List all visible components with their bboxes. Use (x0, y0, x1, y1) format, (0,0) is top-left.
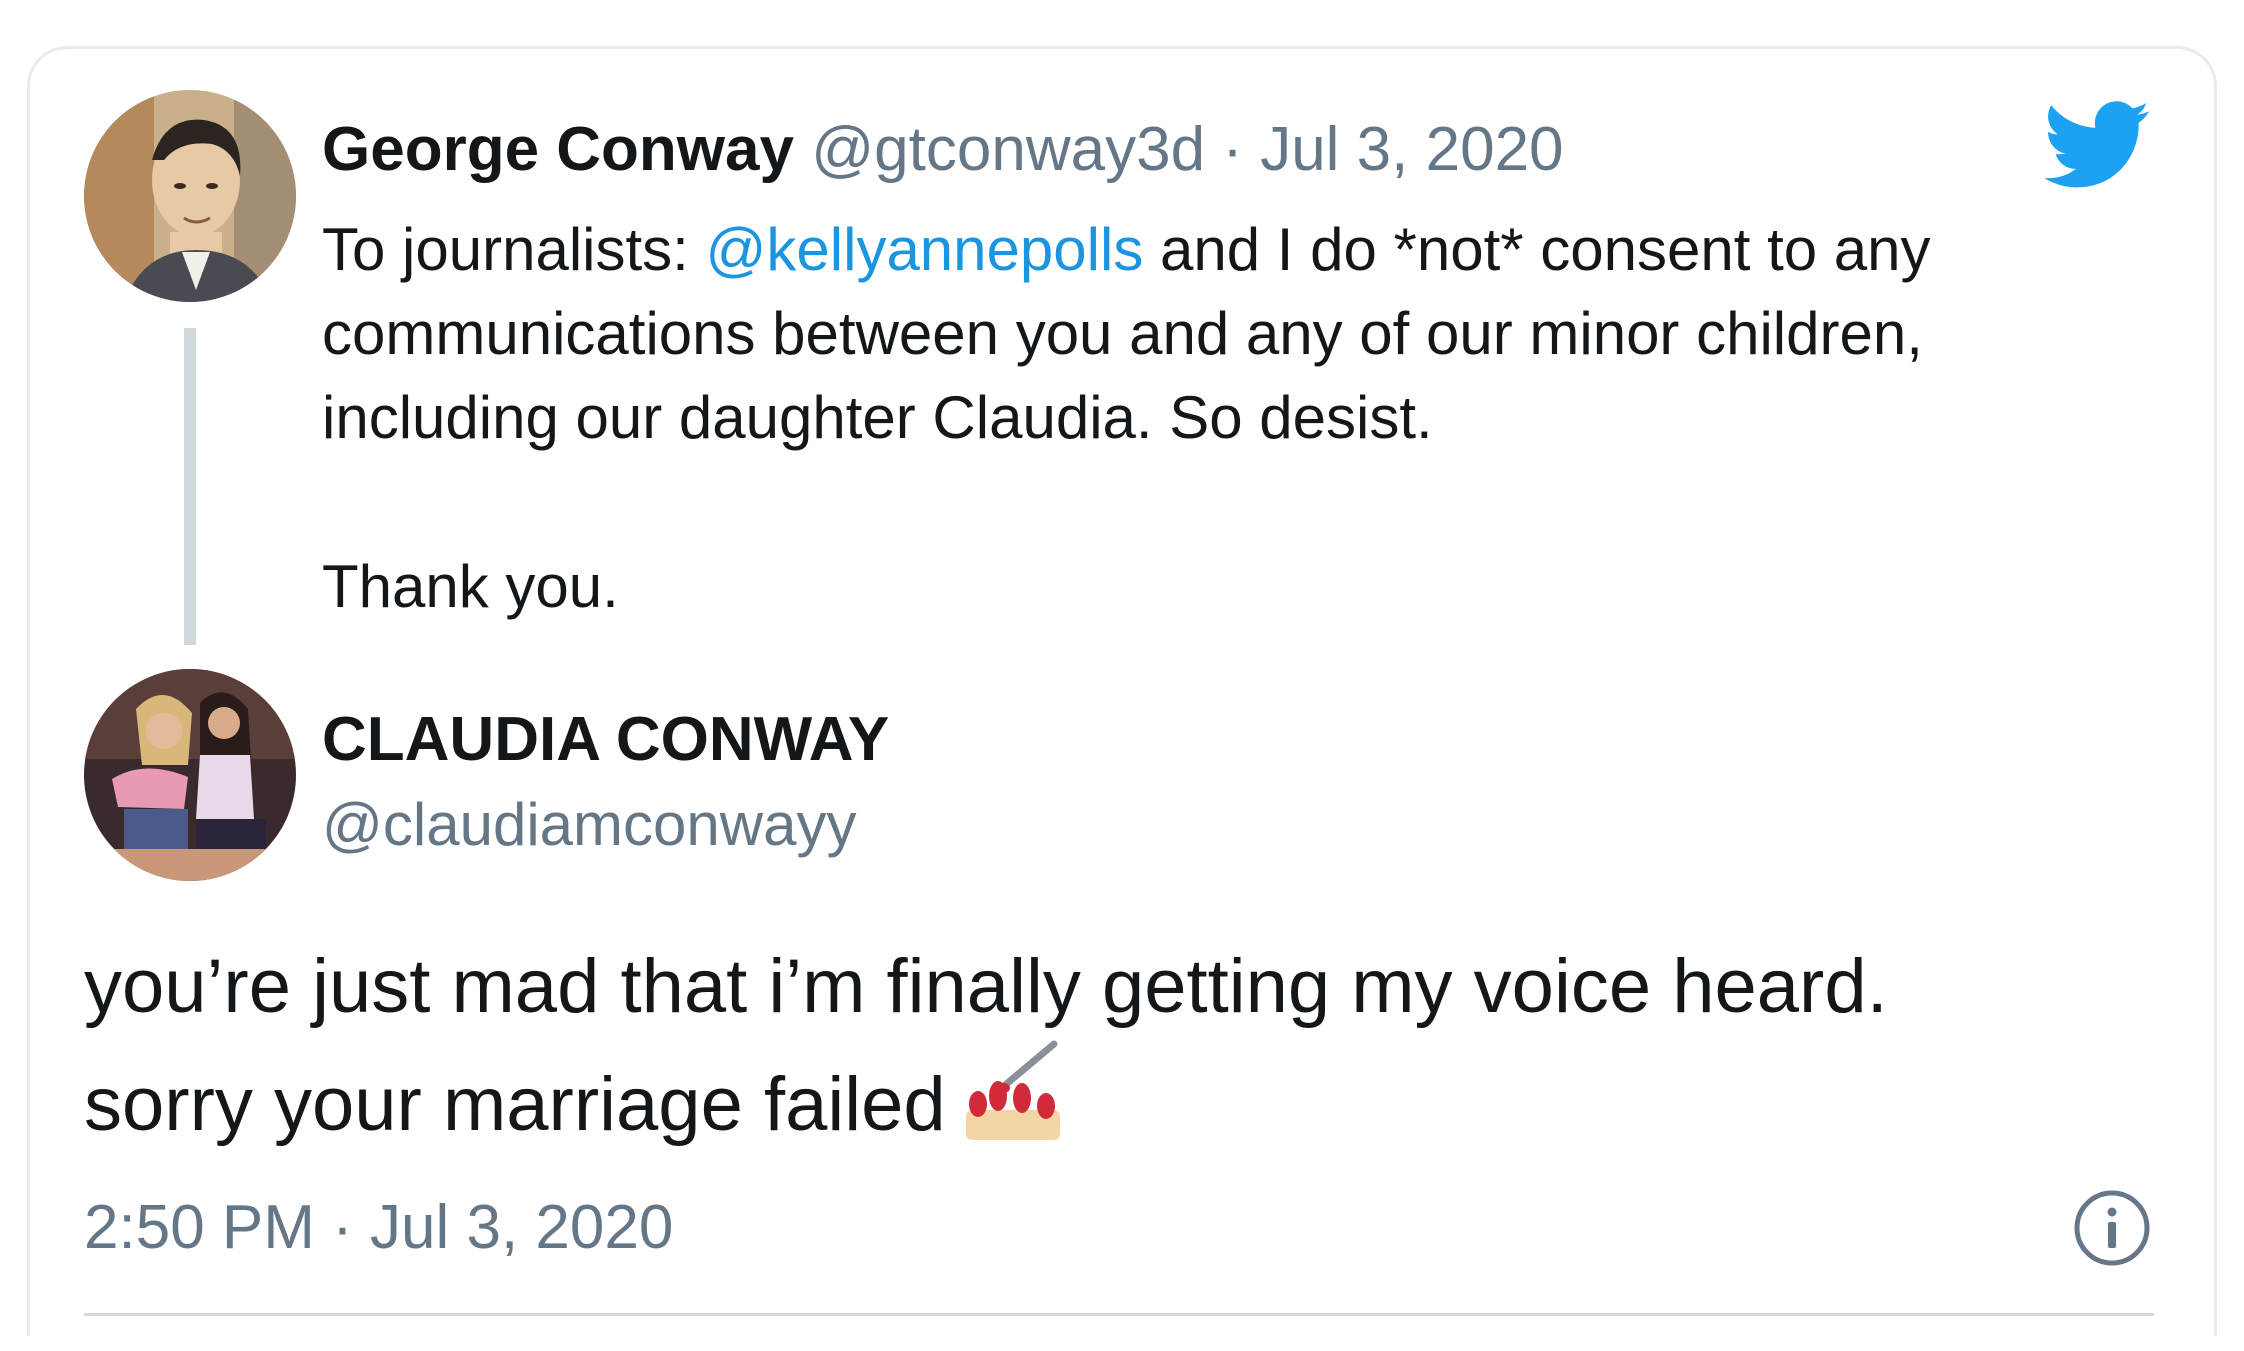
reply-author-name[interactable]: CLAUDIA CONWAY (322, 700, 889, 780)
quoted-text-line-2: communications between you and any of ou… (322, 300, 1923, 367)
footer-divider (84, 1313, 2154, 1316)
quoted-author-handle[interactable]: @gtconway3d (811, 115, 1205, 184)
quoted-text-suffix: and I do *not* consent to any (1143, 216, 1931, 283)
reply-text-line-2: sorry your marriage failed (84, 1040, 1064, 1159)
reply-text-line-2-text: sorry your marriage failed (84, 1062, 946, 1147)
quoted-text-line-3: including our daughter Claudia. So desis… (322, 384, 1433, 451)
reply-author-handle[interactable]: @claudiamconwayy (322, 785, 856, 865)
nail-polish-emoji (965, 1040, 1060, 1140)
quoted-text-line-1: To journalists: @kellyannepolls and I do… (322, 208, 1931, 292)
quoted-tweet-header: George Conway @gtconway3d · Jul 3, 2020 (322, 110, 1564, 190)
reply-text-line-1: you’re just mad that i’m finally getting… (84, 944, 1888, 1029)
george-conway-avatar[interactable] (84, 90, 296, 302)
header-separator: · (1222, 115, 1243, 184)
thread-connector-line (184, 328, 196, 645)
quoted-author-name[interactable]: George Conway (322, 115, 794, 184)
quoted-text-prefix: To journalists: (322, 216, 706, 283)
info-icon[interactable] (2072, 1188, 2152, 1268)
quoted-text-line-5: Thank you. (322, 553, 619, 620)
twitter-bird-icon[interactable] (2045, 100, 2151, 190)
mention-link[interactable]: @kellyannepolls (706, 216, 1144, 283)
quoted-tweet-date[interactable]: Jul 3, 2020 (1260, 115, 1563, 184)
claudia-conway-avatar[interactable] (84, 669, 296, 881)
reply-timestamp[interactable]: 2:50 PM · Jul 3, 2020 (84, 1188, 673, 1268)
